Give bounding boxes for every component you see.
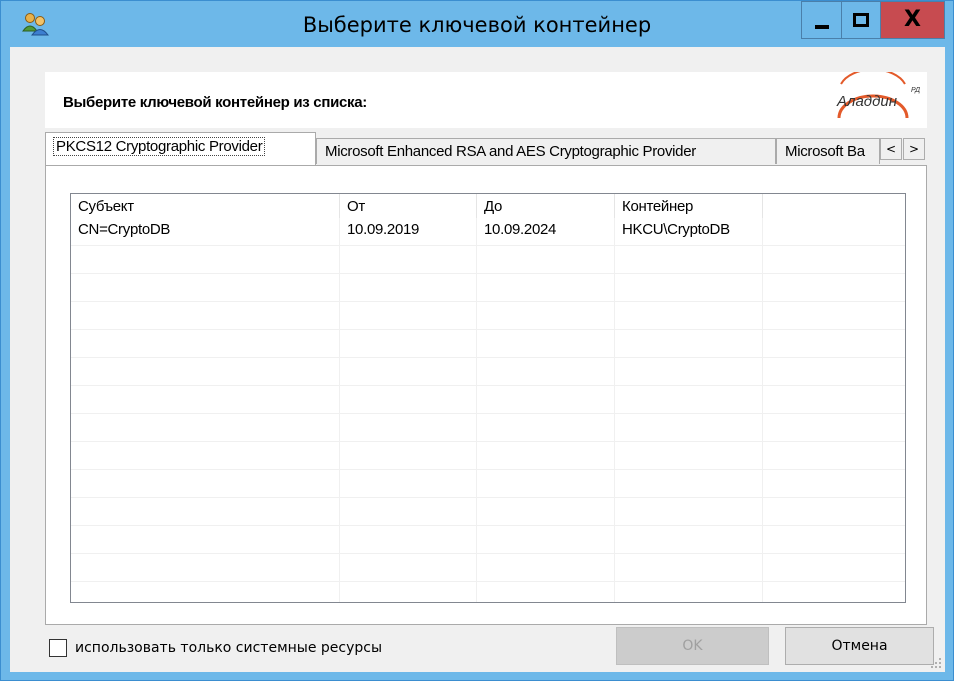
column-header-container[interactable]: Контейнер [615,194,763,218]
cell-subject: CN=CryptoDB [71,218,340,246]
system-resources-label[interactable]: использовать только системные ресурсы [75,640,382,656]
cell-to: 10.09.2024 [477,218,615,246]
column-header-subject[interactable]: Субъект [71,194,340,218]
empty-row [71,358,905,386]
tab-panel: Субъект От До Контейнер CN=CryptoDB 10.0… [45,165,927,625]
list-header: Субъект От До Контейнер [71,194,905,218]
column-header-to[interactable]: До [477,194,615,218]
list-rows: CN=CryptoDB 10.09.2019 10.09.2024 HKCU\C… [71,218,905,602]
empty-row [71,330,905,358]
column-header-filler [763,194,905,218]
empty-row [71,498,905,526]
cell-container: HKCU\CryptoDB [615,218,763,246]
empty-row [71,274,905,302]
empty-row [71,582,905,602]
chevron-left-icon: < [885,142,897,156]
empty-row [71,526,905,554]
table-row[interactable]: CN=CryptoDB 10.09.2019 10.09.2024 HKCU\C… [71,218,905,246]
cell-filler [763,218,905,246]
cancel-button[interactable]: Отмена [785,627,934,665]
empty-row [71,386,905,414]
empty-row [71,246,905,274]
tab-label: Microsoft Enhanced RSA and AES Cryptogra… [325,143,696,160]
close-button[interactable]: X [881,1,945,39]
cell-from: 10.09.2019 [340,218,477,246]
empty-row [71,442,905,470]
tab-pkcs12-provider[interactable]: PKCS12 Cryptographic Provider [45,132,316,165]
instruction-label: Выберите ключевой контейнер из списка: [63,94,368,111]
aladdin-logo: Аладдин РД [836,72,920,119]
empty-row [71,302,905,330]
provider-tabs: PKCS12 Cryptographic Provider Microsoft … [45,132,927,165]
resize-grip-icon[interactable] [931,658,941,668]
logo-text: Аладдин [836,93,897,110]
tab-scroll-right-button[interactable]: > [903,138,925,160]
empty-row [71,554,905,582]
system-resources-checkbox[interactable] [49,639,67,657]
empty-row [71,470,905,498]
empty-row [71,414,905,442]
tab-label: PKCS12 Cryptographic Provider [52,137,266,156]
header-strip: Выберите ключевой контейнер из списка: А… [45,72,927,128]
tab-scroll-left-button[interactable]: < [880,138,902,160]
maximize-button[interactable] [841,1,881,39]
minimize-icon [814,25,829,29]
column-header-from[interactable]: От [340,194,477,218]
dialog-window: Выберите ключевой контейнер X Выберите к… [0,0,954,681]
logo-suffix: РД [911,87,920,94]
chevron-right-icon: > [908,142,920,156]
minimize-button[interactable] [801,1,841,39]
maximize-icon [853,13,869,27]
container-list[interactable]: Субъект От До Контейнер CN=CryptoDB 10.0… [70,193,906,603]
tab-label: Microsoft Ba [785,143,865,160]
close-icon: X [904,7,921,32]
dialog-client-area: Выберите ключевой контейнер из списка: А… [10,47,945,672]
tab-microsoft-base[interactable]: Microsoft Ba [776,138,880,164]
tab-microsoft-enhanced-rsa-aes[interactable]: Microsoft Enhanced RSA and AES Cryptogra… [316,138,776,164]
ok-button[interactable]: OK [616,627,769,665]
title-bar[interactable]: Выберите ключевой контейнер X [1,1,953,47]
